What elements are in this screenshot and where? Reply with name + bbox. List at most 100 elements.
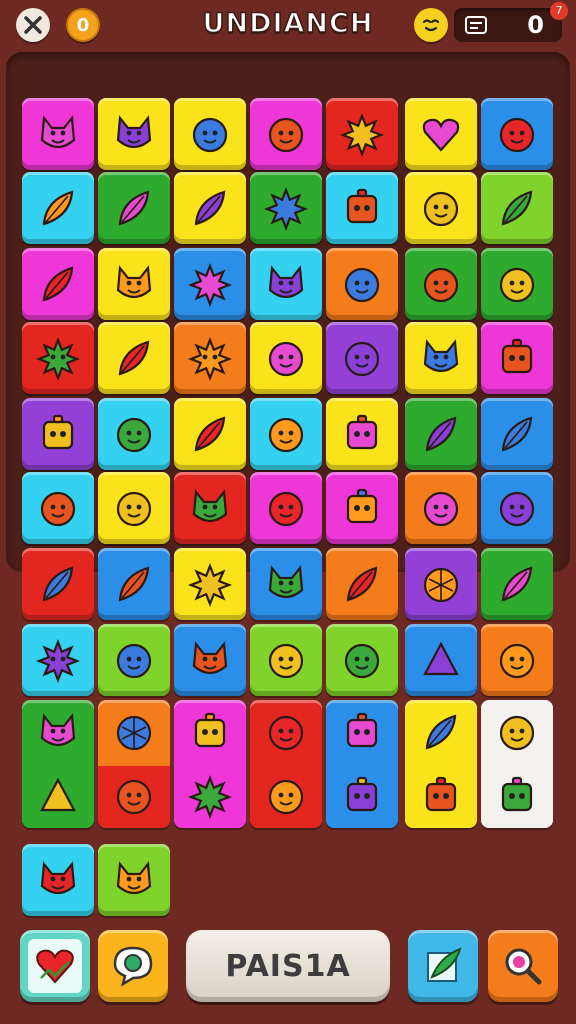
game-tile-stack[interactable] (22, 700, 94, 828)
game-tile[interactable] (22, 172, 94, 244)
tile-stack-slot (22, 700, 94, 764)
game-tile[interactable] (98, 548, 170, 620)
game-tile[interactable] (326, 248, 398, 320)
ball-face-icon (423, 191, 459, 227)
tools-button[interactable] (16, 8, 50, 42)
game-tile[interactable] (174, 322, 246, 394)
game-tile[interactable] (250, 98, 322, 170)
game-tile[interactable] (98, 248, 170, 320)
game-tile[interactable] (98, 624, 170, 696)
game-tile[interactable] (22, 248, 94, 320)
game-tile[interactable] (250, 398, 322, 470)
chat-button[interactable] (98, 930, 168, 1002)
game-tile[interactable] (98, 172, 170, 244)
tile-stack-slot (405, 764, 477, 828)
game-tile[interactable] (481, 172, 553, 244)
cyclops-icon (268, 491, 304, 527)
game-tile[interactable] (22, 548, 94, 620)
game-tile[interactable] (481, 248, 553, 320)
game-tile[interactable] (250, 248, 322, 320)
game-tile[interactable] (481, 322, 553, 394)
game-tile[interactable] (405, 172, 477, 244)
game-tile[interactable] (22, 322, 94, 394)
lock-icon (425, 776, 457, 812)
game-tile-stack[interactable] (250, 700, 322, 828)
mascot-button[interactable] (414, 8, 448, 42)
bottle-icon (118, 190, 150, 226)
game-tile[interactable] (326, 172, 398, 244)
game-tile[interactable] (250, 548, 322, 620)
game-tile[interactable] (250, 472, 322, 544)
game-tile[interactable] (22, 844, 94, 916)
game-tile[interactable] (405, 322, 477, 394)
game-tile-stack[interactable] (326, 700, 398, 828)
game-tile[interactable] (405, 98, 477, 170)
tile-stack-slot (326, 700, 398, 764)
top-bar: 0 UNDIANCH 0 7 (0, 0, 576, 52)
game-tile[interactable] (22, 624, 94, 696)
game-tile[interactable] (174, 248, 246, 320)
game-tile[interactable] (98, 844, 170, 916)
game-tile[interactable] (481, 624, 553, 696)
game-tile[interactable] (250, 624, 322, 696)
game-tile[interactable] (250, 172, 322, 244)
game-tile[interactable] (481, 548, 553, 620)
game-tile[interactable] (174, 98, 246, 170)
boot-icon (423, 267, 459, 303)
bug-icon (268, 117, 304, 153)
robot-icon (42, 414, 74, 450)
tile-stack-slot (250, 700, 322, 764)
snail-icon (116, 417, 152, 453)
game-tile[interactable] (405, 624, 477, 696)
game-tile[interactable] (405, 398, 477, 470)
bottle-icon (42, 566, 74, 602)
game-tile[interactable] (174, 172, 246, 244)
game-tile-stack[interactable] (481, 700, 553, 828)
game-tile[interactable] (22, 472, 94, 544)
tile-stack-slot (174, 700, 246, 764)
game-tile[interactable] (98, 472, 170, 544)
game-tile[interactable] (174, 548, 246, 620)
heart-button[interactable] (20, 930, 90, 1002)
game-tile[interactable] (22, 98, 94, 170)
cat-icon (116, 861, 152, 895)
game-tile[interactable] (174, 398, 246, 470)
game-tile-stack[interactable] (405, 700, 477, 828)
game-tile[interactable] (405, 472, 477, 544)
globe-icon (116, 715, 152, 751)
search-button[interactable] (488, 930, 558, 1002)
game-tile[interactable] (174, 472, 246, 544)
game-tile[interactable] (405, 248, 477, 320)
game-tile[interactable] (98, 398, 170, 470)
game-tile[interactable] (326, 398, 398, 470)
magnifier-icon (505, 948, 542, 985)
robot-icon (346, 712, 378, 748)
game-tile[interactable] (326, 98, 398, 170)
game-tile[interactable] (98, 98, 170, 170)
game-tile[interactable] (481, 472, 553, 544)
coin-button[interactable]: 0 (66, 8, 100, 42)
game-tile[interactable] (250, 322, 322, 394)
game-tile[interactable] (405, 548, 477, 620)
leaf-icon (425, 416, 457, 452)
game-tile[interactable] (326, 548, 398, 620)
leaf-pen-icon (427, 947, 462, 982)
spoon-icon (501, 416, 533, 452)
game-tile-stack[interactable] (98, 700, 170, 828)
game-tile[interactable] (326, 472, 398, 544)
game-title: UNDIANCH (202, 7, 374, 40)
game-tile[interactable] (481, 98, 553, 170)
main-action-button[interactable]: PAIS1A (186, 930, 390, 1002)
game-tile[interactable] (98, 322, 170, 394)
game-tile[interactable] (326, 322, 398, 394)
leaf-pen-button[interactable] (408, 930, 478, 1002)
game-tile[interactable] (174, 624, 246, 696)
game-tile[interactable] (22, 398, 94, 470)
leaf-icon (194, 190, 226, 226)
game-tile-stack[interactable] (174, 700, 246, 828)
game-tile[interactable] (481, 398, 553, 470)
paintbrush-icon (118, 566, 150, 602)
bone-icon (116, 779, 152, 815)
box-face-icon (346, 776, 378, 812)
game-tile[interactable] (326, 624, 398, 696)
